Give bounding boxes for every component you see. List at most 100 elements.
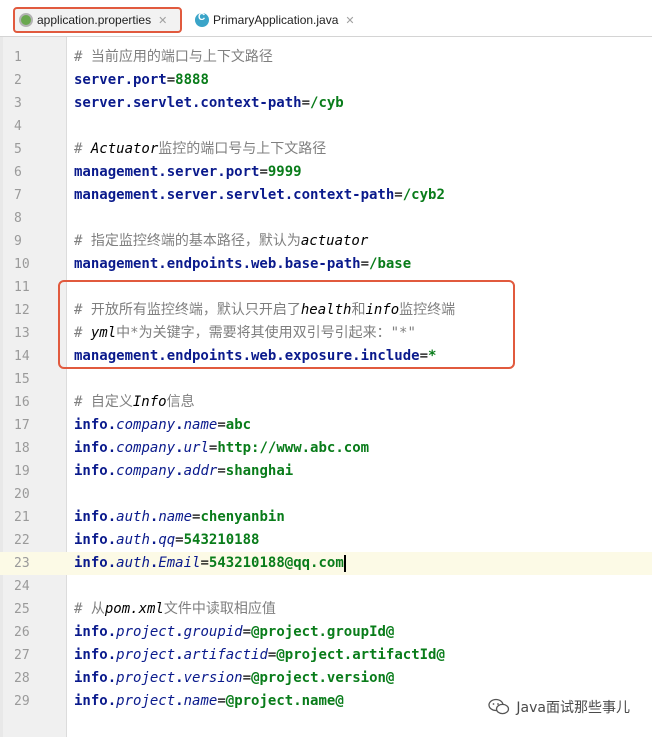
code-line[interactable]: 24 [0, 575, 652, 598]
code-line[interactable]: 28 info.project.version=@project.version@ [0, 667, 652, 690]
code-token: @project.artifactId@ [276, 647, 445, 663]
code-line[interactable]: 12 # 开放所有监控终端，默认只开启了health和info监控终端 [0, 299, 652, 322]
properties-file-icon [19, 13, 33, 27]
code-token: version [183, 670, 243, 686]
code-line[interactable]: 15 [0, 368, 652, 391]
code-text: info.auth.Email=543210188@qq.com [74, 552, 346, 575]
code-text: info.auth.name=chenyanbin [74, 506, 285, 529]
code-token: project [116, 693, 176, 709]
code-line[interactable]: 27 info.project.artifactid=@project.artif… [0, 644, 652, 667]
line-number: 17 [14, 418, 30, 433]
code-editor[interactable]: 1 # 当前应用的端口与上下文路径 2 server.port=8888 3 server… [0, 46, 652, 713]
code-token: # 指定监控终端的基本路径，默认为 [74, 233, 301, 249]
code-token: health [300, 302, 352, 318]
code-token: company [116, 463, 176, 479]
code-line[interactable]: 1 # 当前应用的端口与上下文路径 [0, 46, 652, 69]
tab-application-properties[interactable]: application.properties ✕ [13, 7, 182, 33]
text-cursor [343, 554, 346, 572]
code-line[interactable]: 26 info.project.groupid=@project.groupId@ [0, 621, 652, 644]
code-token: qq [158, 532, 176, 548]
code-token: . [175, 463, 184, 479]
code-line[interactable]: 23 info.auth.Email=543210188@qq.com [0, 552, 652, 575]
code-token: * [428, 348, 437, 364]
code-line[interactable]: 16 # 自定义Info信息 [0, 391, 652, 414]
code-line[interactable]: 14 management.endpoints.web.exposure.incl… [0, 345, 652, 368]
code-token: # 自定义 [74, 394, 133, 410]
java-class-icon [195, 12, 209, 27]
line-number: 25 [14, 602, 30, 617]
code-line[interactable]: 13 # yml中*为关键字，需要将其使用双引号引起来："*" [0, 322, 652, 345]
close-icon[interactable]: ✕ [158, 14, 167, 27]
code-text: # 当前应用的端口与上下文路径 [74, 46, 273, 69]
code-line[interactable]: 2 server.port=8888 [0, 69, 652, 92]
code-token: info. [74, 532, 117, 548]
code-line[interactable]: 7 management.server.servlet.context-path=… [0, 184, 652, 207]
code-token: yml [90, 325, 117, 341]
watermark: Java面试那些事儿 [488, 697, 630, 717]
code-line[interactable]: 4 [0, 115, 652, 138]
code-line[interactable]: 17 info.company.name=abc [0, 414, 652, 437]
code-line[interactable]: 10 management.endpoints.web.base-path=/ba… [0, 253, 652, 276]
code-token: company [116, 440, 176, 456]
code-token: project [116, 647, 176, 663]
code-line[interactable]: 9 # 指定监控终端的基本路径，默认为actuator [0, 230, 652, 253]
code-line[interactable]: 3 server.servlet.context-path=/cyb [0, 92, 652, 115]
code-token: = [360, 256, 370, 272]
code-token: /cyb2 [402, 187, 445, 203]
code-token: 9999 [267, 164, 302, 180]
code-token: 和 [351, 302, 366, 318]
code-token: info. [74, 693, 117, 709]
code-token: . [175, 417, 184, 433]
code-token: http://www.abc.com [217, 440, 370, 456]
code-line[interactable]: 22 info.auth.qq=543210188 [0, 529, 652, 552]
code-text: # yml中*为关键字，需要将其使用双引号引起来："*" [74, 322, 416, 345]
code-line[interactable]: 11 [0, 276, 652, 299]
code-line[interactable]: 8 [0, 207, 652, 230]
code-token: project [116, 670, 176, 686]
code-text: # Actuator监控的端口号与上下文路径 [74, 138, 326, 161]
code-text: info.company.name=abc [74, 414, 251, 437]
line-number: 24 [14, 579, 30, 594]
code-text: info.project.version=@project.version@ [74, 667, 394, 690]
code-token: # 开放所有监控终端，默认只开启了 [74, 302, 301, 318]
code-line[interactable]: 21 info.auth.name=chenyanbin [0, 506, 652, 529]
line-number: 23 [14, 556, 30, 571]
code-token: 543210188@qq.com [208, 555, 344, 571]
code-token: info. [74, 509, 117, 525]
code-text: # 开放所有监控终端，默认只开启了health和info监控终端 [74, 299, 455, 322]
code-token: = [259, 164, 268, 180]
code-text: management.server.servlet.context-path=/… [74, 184, 445, 207]
code-token: @project.version@ [251, 670, 395, 686]
code-token: name [183, 693, 218, 709]
code-text: info.project.name=@project.name@ [74, 690, 344, 713]
line-number: 9 [14, 234, 22, 249]
code-token: /base [369, 256, 412, 272]
code-token: auth [116, 509, 150, 525]
code-token: = [175, 532, 184, 548]
tab-primary-application-java[interactable]: PrimaryApplication.java ✕ [190, 7, 390, 33]
code-text: info.project.artifactid=@project.artifac… [74, 644, 445, 667]
line-number: 4 [14, 119, 22, 134]
code-token: = [166, 72, 176, 88]
line-number: 10 [14, 257, 30, 272]
code-token: auth [116, 532, 150, 548]
code-token: shanghai [225, 463, 294, 479]
code-token: @project.groupId@ [251, 624, 395, 640]
code-token: /cyb [310, 95, 344, 111]
code-token: # [74, 325, 91, 341]
code-line[interactable]: 20 [0, 483, 652, 506]
line-number: 27 [14, 648, 30, 663]
code-line[interactable]: 18 info.company.url=http://www.abc.com [0, 437, 652, 460]
code-token: groupid [183, 624, 243, 640]
code-text: management.endpoints.web.base-path=/base [74, 253, 411, 276]
code-text: server.port=8888 [74, 69, 209, 92]
code-text: server.servlet.context-path=/cyb [74, 92, 344, 115]
code-token: project [116, 624, 176, 640]
line-number: 28 [14, 671, 30, 686]
code-line[interactable]: 5 # Actuator监控的端口号与上下文路径 [0, 138, 652, 161]
code-token: . [175, 670, 184, 686]
code-line[interactable]: 6 management.server.port=9999 [0, 161, 652, 184]
code-line[interactable]: 19 info.company.addr=shanghai [0, 460, 652, 483]
close-icon[interactable]: ✕ [345, 14, 354, 27]
code-line[interactable]: 25 # 从pom.xml文件中读取相应值 [0, 598, 652, 621]
